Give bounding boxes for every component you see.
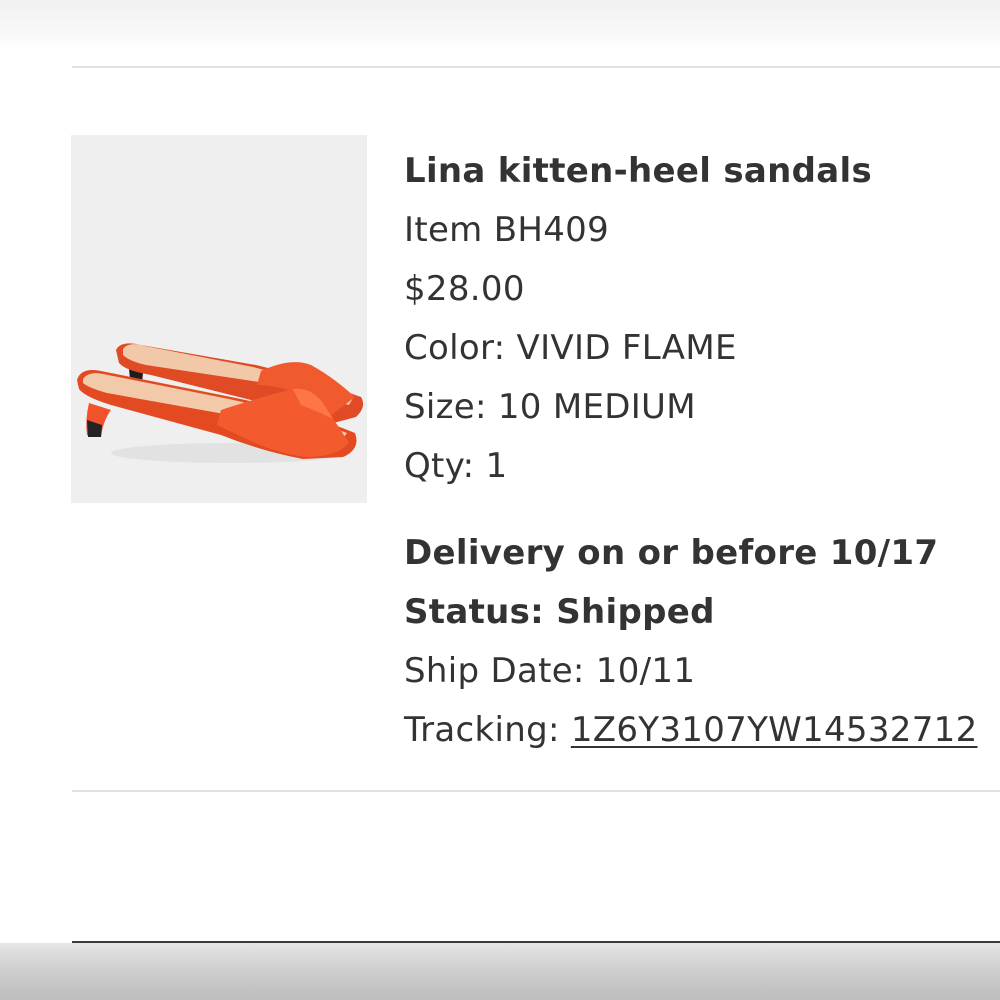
- product-image[interactable]: [71, 135, 367, 503]
- ship-date-value: 10/11: [595, 651, 696, 691]
- order-item-details: Lina kitten-heel sandals Item BH409 $28.…: [404, 142, 1000, 760]
- qty-value: 1: [485, 446, 508, 486]
- product-name[interactable]: Lina kitten-heel sandals: [404, 142, 1000, 201]
- sandals-photo-icon: [71, 135, 367, 503]
- tracking-row: Tracking: 1Z6Y3107YW14532712: [404, 701, 1000, 760]
- delivery-estimate: Delivery on or before 10/17: [404, 533, 939, 573]
- price: $28.00: [404, 269, 525, 309]
- top-edge-shadow: [0, 0, 1000, 50]
- color-row: Color: VIVID FLAME: [404, 319, 1000, 378]
- status-label: Status:: [404, 592, 545, 632]
- size-value: 10 MEDIUM: [497, 387, 696, 427]
- size-row: Size: 10 MEDIUM: [404, 378, 1000, 437]
- bottom-edge-shadow: [0, 943, 1000, 1000]
- size-label: Size:: [404, 387, 487, 427]
- tracking-label: Tracking:: [404, 710, 560, 750]
- status-value: Shipped: [556, 592, 715, 632]
- tracking-number-link[interactable]: 1Z6Y3107YW14532712: [571, 710, 978, 750]
- ship-date-row: Ship Date: 10/11: [404, 642, 1000, 701]
- qty-label: Qty:: [404, 446, 475, 486]
- ship-date-label: Ship Date:: [404, 651, 585, 691]
- color-label: Color:: [404, 328, 506, 368]
- middle-divider: [72, 790, 1000, 792]
- order-item-page: Lina kitten-heel sandals Item BH409 $28.…: [0, 0, 1000, 1000]
- item-number: BH409: [493, 210, 610, 250]
- item-number-row: Item BH409: [404, 201, 1000, 260]
- status-row: Status: Shipped: [404, 583, 1000, 642]
- top-divider: [72, 66, 1000, 68]
- item-label: Item: [404, 210, 483, 250]
- qty-row: Qty: 1: [404, 437, 1000, 496]
- color-value: VIVID FLAME: [516, 328, 737, 368]
